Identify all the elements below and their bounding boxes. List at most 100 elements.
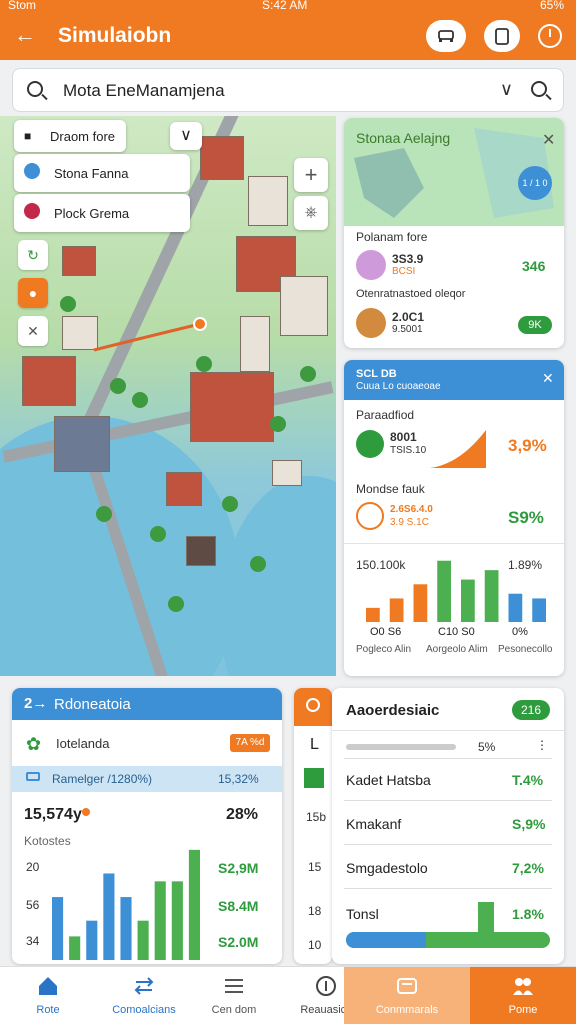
more-icon[interactable]: ⋮	[536, 738, 548, 752]
map-building	[280, 276, 328, 336]
map-tree	[60, 296, 76, 312]
carrier-label: Stom	[8, 0, 37, 12]
stats-row2-sub: 3.9 S.1C	[390, 517, 429, 528]
nav-label: Cen dom	[211, 1004, 257, 1016]
band-value: 15,32%	[218, 772, 259, 786]
map-tree	[150, 526, 166, 542]
close-icon[interactable]: ✕	[542, 130, 555, 150]
progress-track	[346, 744, 456, 750]
split-bar-fill	[346, 932, 426, 948]
item2-sub: 9.5001	[392, 324, 423, 335]
chart-bar	[532, 598, 546, 622]
overview-map[interactable]: Stonaa Aelajng 1 / 1 0	[344, 118, 564, 226]
map-tree	[196, 356, 212, 372]
y-tick: 20	[26, 860, 40, 874]
tree-icon	[304, 768, 324, 788]
resources-bar-chart	[52, 849, 200, 960]
resources-value: S2.0M	[218, 934, 259, 950]
nav-item-people[interactable]: Pome	[470, 967, 576, 1024]
simulation-map[interactable]: ■ Draom fore ∨ Stona Fanna Plock Grema ↻…	[0, 116, 336, 676]
map-building	[166, 472, 202, 506]
chevron-down-icon[interactable]: ∨	[170, 122, 202, 150]
search-bar[interactable]: Mota EneManamjena ∨	[12, 68, 564, 112]
map-building	[200, 136, 244, 180]
resources-badge: 7A %d	[230, 734, 270, 752]
palette-icon[interactable]: ●	[18, 278, 48, 308]
nav-item-commands[interactable]: Conmmarals	[344, 967, 470, 1024]
home-icon	[39, 977, 57, 995]
divider	[332, 730, 564, 731]
stats-row2-label: Mondse fauk	[356, 482, 425, 496]
refresh-icon[interactable]: ↻	[18, 240, 48, 270]
divider	[344, 888, 552, 889]
timer-button[interactable]	[538, 24, 562, 48]
layer-label-1: Stona Fanna	[54, 166, 129, 181]
bottom-nav: Rote Comoalcians Cen dom Reauasicc Conmm…	[0, 966, 576, 1024]
academics-row-label: Tonsl	[346, 906, 379, 922]
academics-row-value: T.4%	[512, 772, 544, 788]
layer-option-2[interactable]: Plock Grema	[14, 194, 190, 232]
search-icon[interactable]	[531, 81, 547, 97]
y-tick: 56	[26, 898, 40, 912]
leaf-icon: ✿	[26, 734, 42, 754]
map-tree	[96, 506, 112, 522]
cross-tool-icon[interactable]: ✕	[18, 316, 48, 346]
search-input[interactable]: Mota EneManamjena	[63, 81, 225, 101]
zoom-out-button[interactable]: ⎈	[294, 196, 328, 230]
vehicle-button[interactable]	[426, 20, 466, 52]
academics-title: Aaoerdesiaic	[346, 702, 440, 719]
band-label: Ramelger /1280%)	[52, 772, 153, 786]
filter-dropdown[interactable]: ■ Draom fore	[14, 120, 126, 152]
battery-icon	[26, 772, 40, 781]
chart-bar	[366, 607, 380, 622]
tick-label: O0 S6	[370, 626, 402, 638]
scale-label: L	[310, 736, 319, 753]
y-tick: 18	[308, 904, 322, 918]
map-tree	[250, 556, 266, 572]
map-building	[22, 356, 76, 406]
split-bar	[346, 932, 550, 948]
chart-bar	[188, 849, 200, 960]
search-button[interactable]	[294, 688, 332, 726]
clipboard-button[interactable]	[484, 20, 520, 52]
avatar	[356, 250, 386, 280]
academics-row-value: 7,2%	[512, 860, 544, 876]
academics-badge: 216	[512, 700, 550, 720]
y-tick: 34	[26, 934, 40, 948]
resources-icon: 2→	[24, 695, 48, 712]
chart-bar	[484, 570, 499, 622]
divider	[344, 844, 552, 845]
map-tree	[270, 416, 286, 432]
chart-bar	[437, 560, 451, 622]
map-tree	[222, 496, 238, 512]
mini-bar	[478, 902, 494, 932]
map-overview-card: Stonaa Aelajng 1 / 1 0 ✕ Polanam fore 3S…	[344, 118, 564, 348]
close-icon[interactable]: ✕	[542, 370, 554, 387]
zoom-in-button[interactable]: +	[294, 158, 328, 192]
resources-value: S8.4M	[218, 898, 259, 914]
resources-band: Ramelger /1280%) 15,32%	[12, 766, 282, 792]
chevron-down-icon[interactable]: ∨	[500, 79, 513, 100]
filter-icon: ■	[24, 129, 32, 143]
stats-row1-label: Paraadfiod	[356, 408, 415, 422]
y-tick: 15b	[306, 810, 327, 824]
search-icon	[27, 81, 43, 97]
dot-icon	[82, 808, 90, 816]
swap-icon	[134, 977, 154, 995]
chart-bar	[52, 897, 64, 960]
tick-label: 0%	[512, 626, 528, 638]
gauge-icon	[356, 502, 384, 530]
back-button[interactable]: ←	[14, 22, 36, 48]
progress-pct: 5%	[478, 740, 496, 754]
resources-card: 2→ Rdoneatoia ✿ Iotelanda 7A %d Ramelger…	[12, 688, 282, 964]
stats-card: SCL DB Cuua Lo cuoaeoae ✕ Paraadfiod 800…	[344, 360, 564, 676]
nav-item-menu[interactable]: Cen dom	[192, 967, 276, 1024]
nav-item-home[interactable]: Rote	[0, 967, 96, 1024]
clipboard-icon	[495, 28, 509, 45]
nav-item-communications[interactable]: Comoalcians	[96, 967, 192, 1024]
academics-card: Aaoerdesiaic 216 5% ⋮ Kadet Hatsba T.4% …	[332, 688, 564, 964]
chart-bar	[389, 598, 404, 622]
layer-option-1[interactable]: Stona Fanna	[14, 154, 190, 192]
chart-bar	[154, 881, 166, 960]
academics-row-label: Kadet Hatsba	[346, 772, 431, 788]
